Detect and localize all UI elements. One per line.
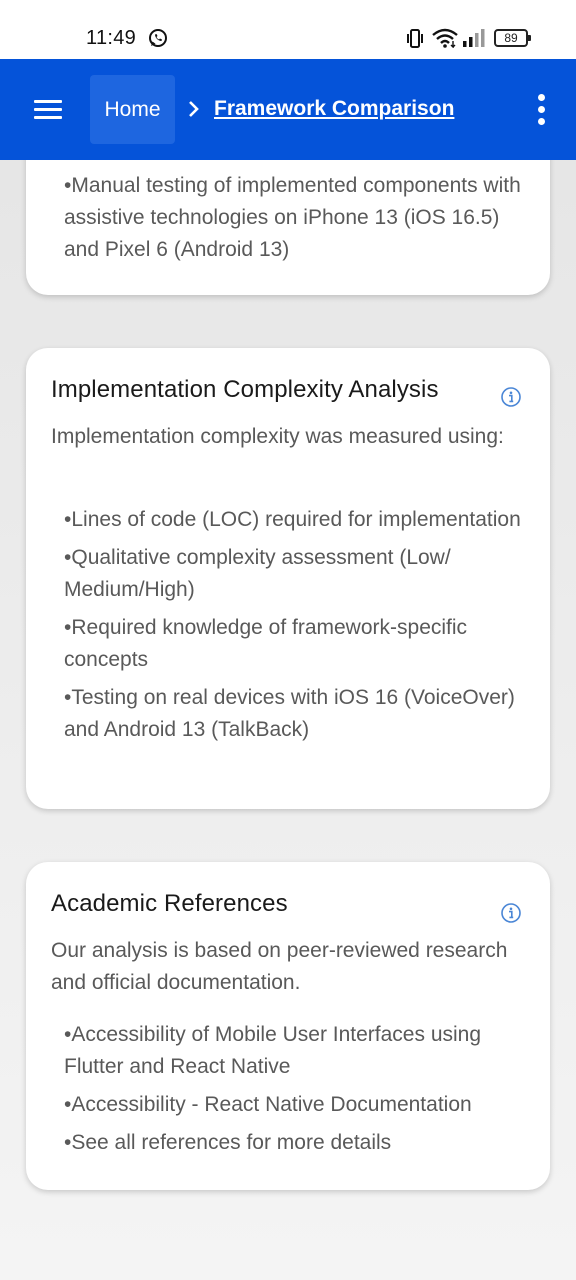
info-icon[interactable] xyxy=(500,902,522,924)
breadcrumb-home[interactable]: Home xyxy=(90,75,175,144)
list-item: Testing on real devices with iOS 16 (Voi… xyxy=(64,682,534,746)
signal-icon xyxy=(463,29,485,47)
list-item[interactable]: Accessibility of Mobile User Interfaces … xyxy=(64,1019,534,1083)
card-intro: Our analysis is based on peer-reviewed r… xyxy=(51,939,508,994)
card-intro: Implementation complexity was measured u… xyxy=(51,425,504,448)
card-bullet-list: Accessibility of Mobile User Interfaces … xyxy=(64,1019,534,1159)
wifi-icon xyxy=(432,28,458,48)
app-bar: Home Framework Comparison xyxy=(0,59,576,160)
battery-indicator: 89 xyxy=(494,29,531,47)
list-item: Qualitative complexity assessment (Low/ … xyxy=(64,542,534,606)
more-options-button[interactable] xyxy=(526,87,556,131)
info-icon[interactable] xyxy=(500,386,522,408)
whatsapp-icon xyxy=(149,29,167,47)
chevron-right-icon xyxy=(189,101,199,117)
academic-references-card: Academic References Our analysis is base… xyxy=(26,862,550,1190)
list-item: Required knowledge of framework-specific… xyxy=(64,612,534,676)
card-title: Implementation Complexity Analysis xyxy=(51,376,439,403)
implementation-complexity-card: Implementation Complexity Analysis Imple… xyxy=(26,348,550,809)
card-title: Academic References xyxy=(51,890,288,917)
list-item: Lines of code (LOC) required for impleme… xyxy=(64,504,534,536)
list-item[interactable]: See all references for more details xyxy=(64,1127,534,1159)
menu-button[interactable] xyxy=(26,85,70,133)
status-time: 11:49 xyxy=(86,27,137,49)
card-bullet-list: Lines of code (LOC) required for impleme… xyxy=(64,504,534,746)
card-bullet-list: Manual testing of implemented components… xyxy=(64,170,534,266)
status-bar: 11:49 89 xyxy=(0,0,576,59)
breadcrumb-current[interactable]: Framework Comparison xyxy=(214,97,454,121)
more-vertical-icon xyxy=(526,87,556,125)
list-item[interactable]: Accessibility - React Native Documentati… xyxy=(64,1089,534,1121)
list-item: Manual testing of implemented components… xyxy=(64,170,534,266)
vibrate-icon xyxy=(407,29,423,48)
hamburger-menu-icon xyxy=(34,100,62,120)
